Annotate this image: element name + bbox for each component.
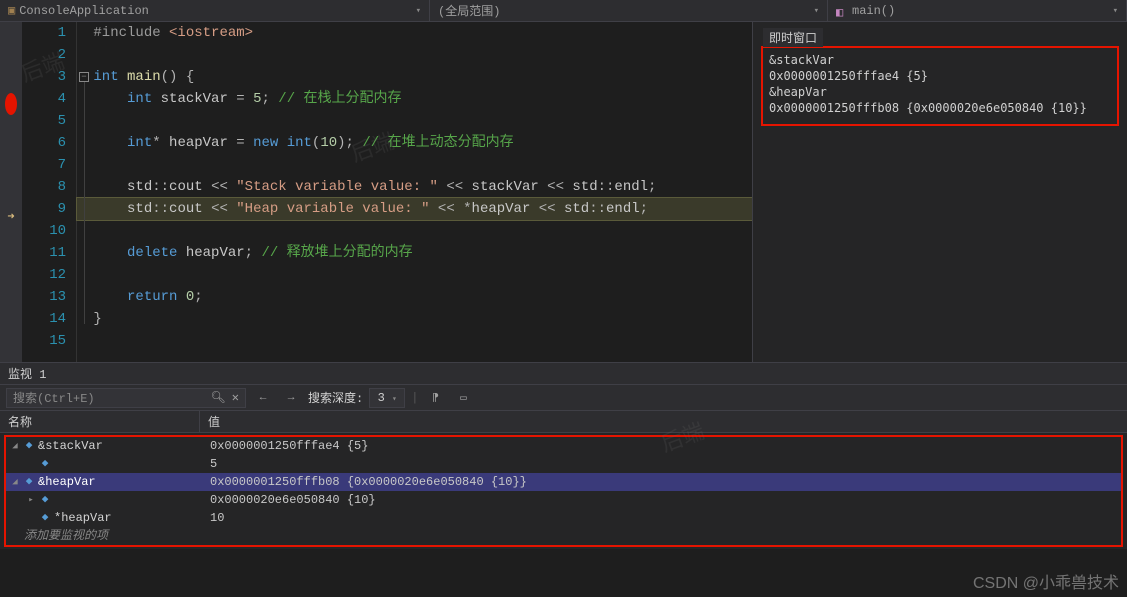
code-line[interactable]: int stackVar = 5; // 在栈上分配内存 [77,88,752,110]
project-name: ConsoleApplication [19,4,149,18]
watch-row[interactable]: ▸◆ 0x0000020e6e050840 {10} [6,491,1121,509]
nav-prev-button[interactable]: ← [252,388,274,408]
code-line[interactable]: std::cout << "Stack variable value: " <<… [77,176,752,198]
clear-icon[interactable]: ✕ [232,390,239,405]
watch-var-value: 0x0000001250fffb08 {0x0000020e6e050840 {… [202,473,1121,491]
watch-var-name: *heapVar [54,509,112,527]
watch-var-value: 0x0000020e6e050840 {10} [202,491,1121,509]
watch-row[interactable]: ◢◆&stackVar 0x0000001250fffae4 {5} [6,437,1121,455]
code-line[interactable]: delete heapVar; // 释放堆上分配的内存 [77,242,752,264]
depth-label: 搜索深度: [308,389,363,406]
variable-icon: ◆ [38,511,52,525]
struct-icon: ▣ [8,3,15,18]
scope-dropdown[interactable]: (全局范围) ▾ [430,0,828,21]
chevron-down-icon: ▾ [416,6,421,16]
breakpoint-dot[interactable] [5,93,17,115]
immediate-title: 即时窗口 [763,28,823,47]
variable-icon: ◆ [22,439,36,453]
variable-icon: ◆ [38,457,52,471]
code-line[interactable] [77,220,752,242]
watch-panel: 监视 1 搜索(Ctrl+E) 🔍︎ ✕ ← → 搜索深度: 3 ▾ | ⁋ ▭… [0,362,1127,549]
code-line[interactable] [77,44,752,66]
search-input[interactable]: 搜索(Ctrl+E) 🔍︎ ✕ [6,388,246,408]
variable-icon: ◆ [22,475,36,489]
cube-icon: ◧ [836,5,848,17]
immediate-content: &stackVar0x0000001250fffae4 {5}&heapVar0… [761,46,1119,126]
line-numbers: 123456789101112131415 [22,22,76,362]
immediate-line: &heapVar [769,84,1111,100]
fold-toggle[interactable]: − [79,72,89,82]
execution-arrow-icon: ➜ [0,206,22,228]
watch-toolbar: 搜索(Ctrl+E) 🔍︎ ✕ ← → 搜索深度: 3 ▾ | ⁋ ▭ [0,385,1127,411]
watermark: CSDN @小乖兽技术 [973,569,1119,593]
code-line[interactable]: int* heapVar = new int(10); // 在堆上动态分配内存 [77,132,752,154]
search-placeholder: 搜索(Ctrl+E) [13,389,95,406]
expander-icon[interactable]: ◢ [10,473,20,491]
watch-var-name: &heapVar [38,473,96,491]
immediate-line: 0x0000001250fffae4 {5} [769,68,1111,84]
add-watch-item[interactable]: 添加要监视的项 [6,527,1121,545]
immediate-line: &stackVar [769,52,1111,68]
watch-columns: 名称 值 [0,411,1127,433]
chevron-down-icon: ▾ [814,6,819,16]
variable-icon: ◆ [38,493,52,507]
code-line[interactable]: std::cout << "Heap variable value: " << … [77,198,752,220]
code-line[interactable]: #include <iostream> [77,22,752,44]
nav-next-button[interactable]: → [280,388,302,408]
expander-icon[interactable]: ▸ [26,491,36,509]
immediate-window[interactable]: 即时窗口 &stackVar0x0000001250fffae4 {5}&hea… [752,22,1127,362]
code-line[interactable] [77,264,752,286]
chevron-down-icon: ▾ [1113,6,1118,16]
watch-row[interactable]: ◢◆&heapVar 0x0000001250fffb08 {0x0000020e… [6,473,1121,491]
col-name[interactable]: 名称 [0,411,200,432]
code-line[interactable]: int main() { [77,66,752,88]
watch-var-value: 10 [202,509,1121,527]
code-line[interactable] [77,154,752,176]
code-line[interactable]: return 0; [77,286,752,308]
breakpoint-margin[interactable]: ➜ [0,22,22,362]
expander-icon[interactable]: ◢ [10,437,20,455]
watch-row[interactable]: ◆5 [6,455,1121,473]
watch-tab[interactable]: 监视 1 [0,363,1127,385]
main-area: ➜ 123456789101112131415 #include <iostre… [0,22,1127,362]
search-icon: 🔍︎ [211,390,226,405]
watch-var-name: &stackVar [38,437,103,455]
code-editor[interactable]: ➜ 123456789101112131415 #include <iostre… [0,22,752,362]
scope-label: (全局范围) [438,2,500,19]
depth-selector[interactable]: 3 ▾ [369,388,405,408]
code-line[interactable] [77,330,752,352]
project-dropdown[interactable]: ▣ ConsoleApplication ▾ [0,0,430,21]
col-value[interactable]: 值 [200,411,1127,432]
immediate-line: 0x0000001250fffb08 {0x0000020e6e050840 {… [769,100,1111,116]
watch-row[interactable]: ◆*heapVar 10 [6,509,1121,527]
function-dropdown[interactable]: ◧ main() ▾ [828,0,1127,21]
watch-rows: ◢◆&stackVar0x0000001250fffae4 {5}◆5◢◆&he… [4,435,1123,547]
code-line[interactable]: } [77,308,752,330]
toggle-button-2[interactable]: ▭ [452,388,474,408]
context-bar: ▣ ConsoleApplication ▾ (全局范围) ▾ ◧ main()… [0,0,1127,22]
code-line[interactable] [77,110,752,132]
function-name: main() [852,4,895,18]
watch-var-value: 5 [202,455,1121,473]
toggle-button-1[interactable]: ⁋ [424,388,446,408]
watch-var-value: 0x0000001250fffae4 {5} [202,437,1121,455]
